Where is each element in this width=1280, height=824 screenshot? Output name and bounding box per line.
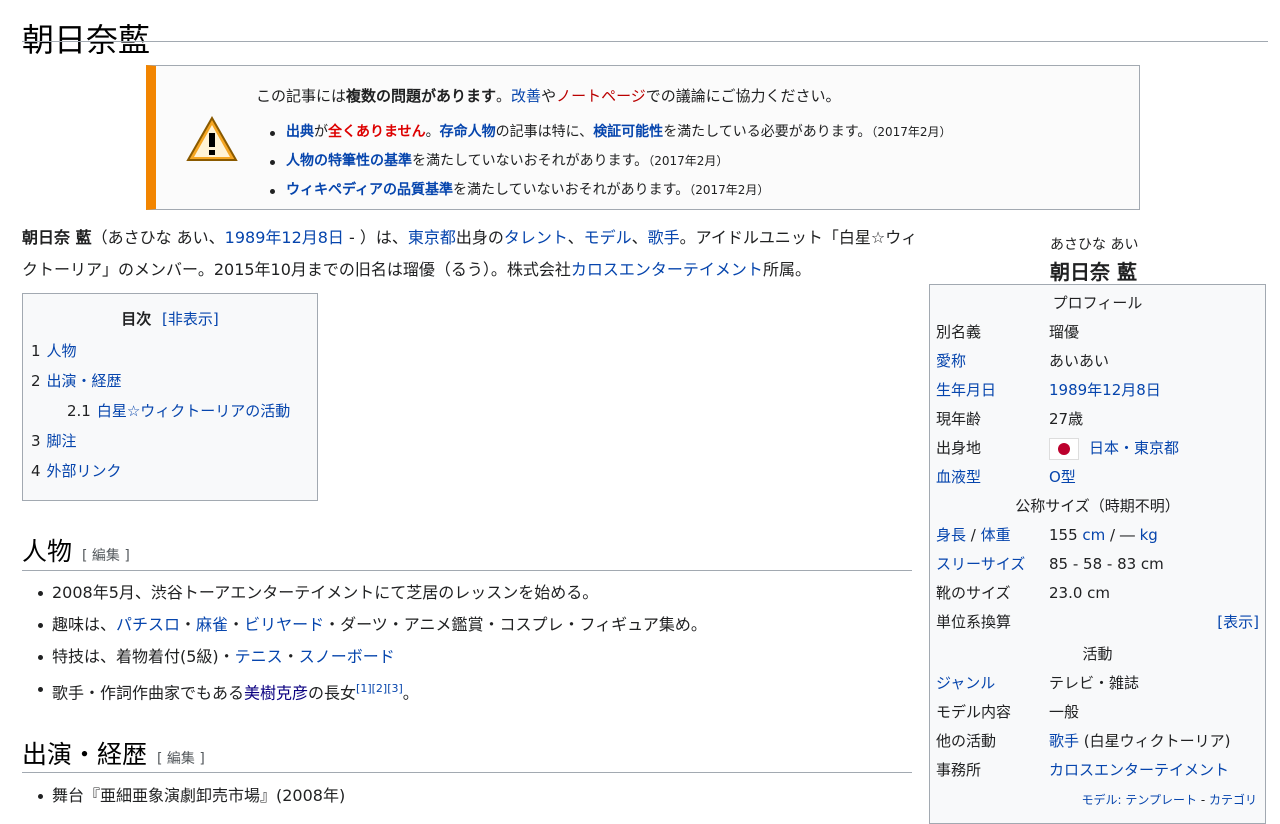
infobox-row-genre: ジャンル テレビ・雑誌 <box>936 669 1259 698</box>
singer-activity-link[interactable]: 歌手 <box>1049 732 1079 750</box>
singer-link[interactable]: 歌手 <box>648 228 680 247</box>
edit-section-link[interactable]: [ 編集 ] <box>157 751 205 767</box>
father-link[interactable]: 美樹克彦 <box>244 683 308 702</box>
title-divider <box>22 41 1268 42</box>
improve-link[interactable]: 改善 <box>511 87 541 105</box>
notice-issue-item: 出典が全くありません。存命人物の記事は特に、検証可能性を満たしている必要がありま… <box>266 118 952 147</box>
toc-hide-toggle[interactable]: [非表示] <box>162 310 219 328</box>
infobox: プロフィール 別名義 瑠優 愛称 あいあい 生年月日 1989年12月8日 現年齢 27… <box>929 284 1266 824</box>
infobox-row-shoe: 靴のサイズ 23.0 cm <box>936 584 1111 602</box>
infobox-row-alias: 別名義 瑠優 <box>936 323 1080 341</box>
list-item: 2008年5月、渋谷トーアエンターテイメントにて芝居のレッスンを始める。 <box>36 577 707 609</box>
genre-link[interactable]: ジャンル <box>936 669 995 698</box>
infobox-row-height: 身長 / 体重 155 cm / ― kg <box>936 526 1158 544</box>
section-heading-person: 人物[ 編集 ] <box>22 537 130 566</box>
cm-link[interactable]: cm <box>1082 526 1105 544</box>
kg-link[interactable]: kg <box>1140 526 1158 544</box>
edit-section-link[interactable]: [ 編集 ] <box>82 548 130 564</box>
infobox-name: 朝日奈 藍 <box>1050 260 1137 284</box>
tennis-link[interactable]: テニス <box>235 647 283 666</box>
verifiability-link[interactable]: 検証可能性 <box>593 124 663 140</box>
infobox-row-blood: 血液型 O型 <box>936 463 1259 492</box>
living-person-link[interactable]: 存命人物 <box>440 124 496 140</box>
toc-header: 目次 [非表示] <box>23 308 317 329</box>
notice-issue-list: 出典が全くありません。存命人物の記事は特に、検証可能性を満たしている必要がありま… <box>266 118 952 205</box>
infobox-row-model-content: モデル内容 一般 <box>936 703 1080 721</box>
notice-heading: この記事には複数の問題があります。改善やノートページでの議論にご協力ください。 <box>256 87 841 105</box>
list-item: 趣味は、パチスロ・麻雀・ビリヤード・ダーツ・アニメ鑑賞・コスプレ・フィギュア集め… <box>36 609 707 641</box>
list-item: 舞台『亜細亜象演劇卸売市場』(2008年) <box>36 780 345 812</box>
office-link[interactable]: カロスエンターテイメント <box>1049 756 1229 785</box>
model-link[interactable]: モデル <box>584 228 632 247</box>
talk-page-link[interactable]: ノートページ <box>556 87 646 105</box>
toc-title: 目次 <box>121 310 152 328</box>
issues-notice-box: この記事には複数の問題があります。改善やノートページでの議論にご協力ください。 … <box>146 65 1140 210</box>
birthdate-link[interactable]: 1989年12月8日 <box>225 228 344 247</box>
infobox-row-office: 事務所 カロスエンターテイメント <box>936 756 1259 785</box>
pachislot-link[interactable]: パチスロ <box>116 615 180 634</box>
list-item: 歌手・作詞作曲家でもある美樹克彦の長女[1][2][3]。 <box>36 673 707 709</box>
infobox-row-unit: 単位系換算 [表示] <box>936 608 1259 637</box>
tokyo-link[interactable]: 東京都 <box>408 228 456 247</box>
toc-item[interactable]: 1 人物 <box>31 336 290 366</box>
infobox-row-origin: 出身地 日本・東京都 <box>936 434 1259 463</box>
japan-flag-icon <box>1049 437 1079 460</box>
list-item: 特技は、着物着付(5級)・テニス・スノーボード <box>36 641 707 673</box>
infobox-footer: モデル: テンプレート - カテゴリ <box>1081 793 1257 807</box>
person-list: 2008年5月、渋谷トーアエンターテイメントにて芝居のレッスンを始める。 趣味は… <box>36 577 707 709</box>
toc-item[interactable]: 2.1 白星☆ウィクトーリアの活動 <box>31 396 290 426</box>
toc-item[interactable]: 3 脚注 <box>31 426 290 456</box>
blood-value-link[interactable]: O型 <box>1049 463 1076 492</box>
infobox-header-size: 公称サイズ（時期不明） <box>1015 497 1180 515</box>
toc-item[interactable]: 4 外部リンク <box>31 456 290 486</box>
template-link[interactable]: モデル: テンプレート <box>1082 793 1198 807</box>
blood-type-link[interactable]: 血液型 <box>936 463 981 492</box>
infobox-kana: あさひな あい <box>1050 237 1139 253</box>
section-heading-career: 出演・経歴[ 編集 ] <box>22 740 205 769</box>
infobox-row-birthdate: 生年月日 1989年12月8日 <box>936 376 1259 405</box>
toc-list: 1 人物 2 出演・経歴 2.1 白星☆ウィクトーリアの活動 3 脚注 4 外部リンク <box>31 336 290 486</box>
birthdate-label-link[interactable]: 生年月日 <box>936 376 996 405</box>
table-of-contents: 目次 [非表示] 1 人物 2 出演・経歴 2.1 白星☆ウィクトーリアの活動 3 脚注… <box>22 293 318 501</box>
agency-link[interactable]: カロスエンターテイメント <box>571 260 763 279</box>
nickname-link[interactable]: 愛称 <box>936 347 966 376</box>
category-link[interactable]: カテゴリ <box>1209 793 1257 807</box>
unit-show-toggle[interactable]: [表示] <box>1217 608 1259 637</box>
notice-issue-item: ウィキペディアの品質基準を満たしていないおそれがあります。（2017年2月） <box>266 176 952 205</box>
mahjong-link[interactable]: 麻雀 <box>196 615 228 634</box>
section-divider <box>22 772 912 773</box>
notice-issue-item: 人物の特筆性の基準を満たしていないおそれがあります。（2017年2月） <box>266 147 952 176</box>
toc-item[interactable]: 2 出演・経歴 <box>31 366 290 396</box>
billiards-link[interactable]: ビリヤード <box>244 615 324 634</box>
warning-icon <box>186 116 238 161</box>
talent-link[interactable]: タレント <box>504 228 568 247</box>
infobox-row-three-size: スリーサイズ 85 - 58 - 83 cm <box>936 550 1259 579</box>
section-divider <box>22 570 912 571</box>
birthdate-value-link[interactable]: 1989年12月8日 <box>1049 376 1161 405</box>
three-size-link[interactable]: スリーサイズ <box>936 550 1025 579</box>
origin-link[interactable]: 日本・東京都 <box>1089 439 1179 457</box>
infobox-row-nickname: 愛称 あいあい <box>936 347 1259 376</box>
career-list: 舞台『亜細亜象演劇卸売市場』(2008年) <box>36 780 345 812</box>
infobox-header-profile: プロフィール <box>1052 294 1143 312</box>
height-link[interactable]: 身長 <box>936 526 966 544</box>
snowboard-link[interactable]: スノーボード <box>299 647 395 666</box>
quality-standard-link[interactable]: ウィキペディアの品質基準 <box>286 182 453 198</box>
sources-link[interactable]: 出典 <box>286 124 314 140</box>
infobox-row-age: 現年齢 27歳 <box>936 410 1084 428</box>
reference-links[interactable]: [1][2][3] <box>356 682 403 695</box>
notability-link[interactable]: 人物の特筆性の基準 <box>286 153 412 169</box>
infobox-row-other: 他の活動 歌手 (白星ウィクトーリア) <box>936 732 1231 750</box>
weight-link[interactable]: 体重 <box>981 526 1011 544</box>
infobox-header-activity: 活動 <box>1082 645 1113 663</box>
lead-paragraph: 朝日奈 藍（あさひな あい、1989年12月8日 - ）は、東京都出身のタレント… <box>22 228 918 279</box>
